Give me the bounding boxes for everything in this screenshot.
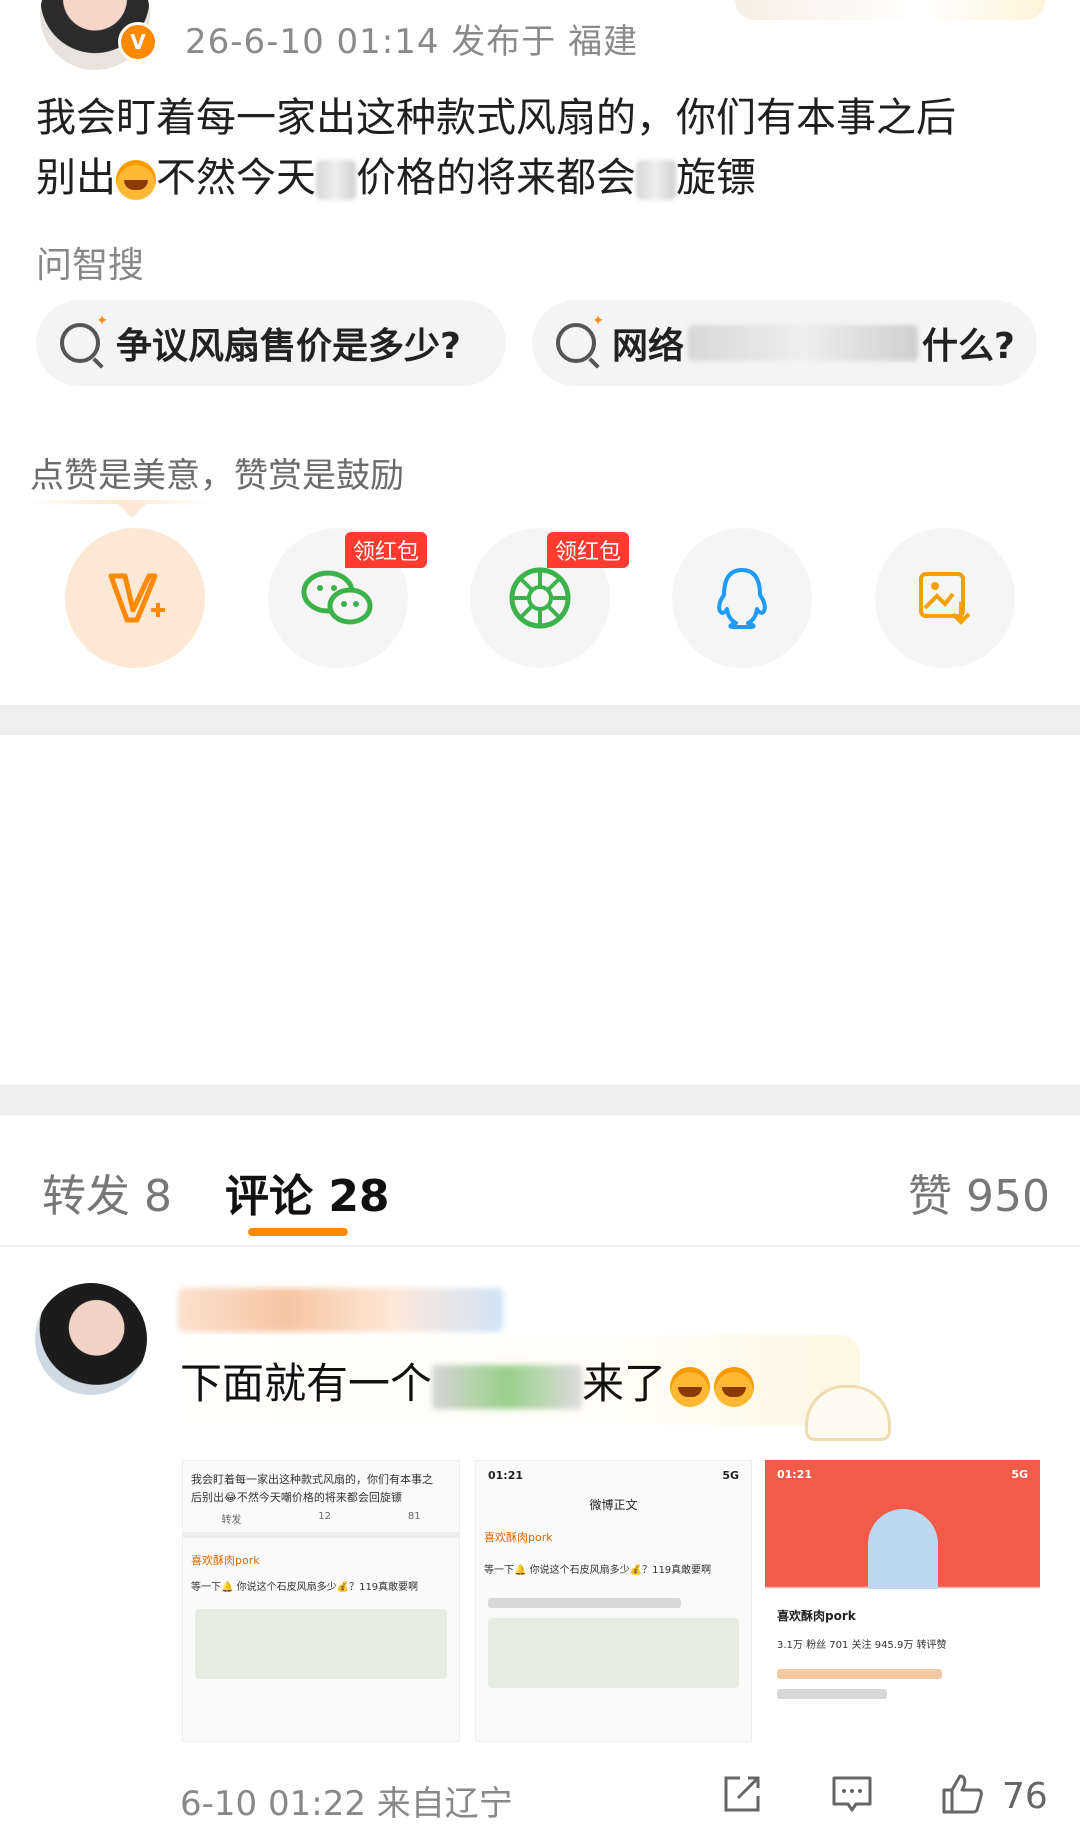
moments-icon: [509, 567, 571, 629]
thumb-text-line: [488, 1598, 681, 1608]
thumb-text: 后别出😂不然今天嘲价格的将来都会回旋镖: [191, 1491, 402, 1504]
post-body: 我会盯着每一家出这种款式风扇的，你们有本事之后 别出 不然今天 价格的将来都会 旋镖: [36, 88, 1046, 208]
commenter-name-redacted[interactable]: [178, 1288, 503, 1332]
thumb-image: [488, 1618, 739, 1688]
search-suggestion-label: 争议风扇售价是多少?: [116, 326, 461, 367]
save-image-button[interactable]: [875, 528, 1015, 668]
thumb-photo-person: [867, 1509, 938, 1589]
thumb-user: 喜欢酥肉pork: [191, 1554, 260, 1567]
post-text-fragment: 旋镖: [676, 155, 756, 201]
redacted-text: [316, 160, 356, 200]
thumb-image: [195, 1609, 447, 1679]
thumb-status-bar: 01:21 5G: [765, 1460, 1040, 1489]
like-count: 76: [1002, 1776, 1048, 1817]
thumb-time: 01:21: [777, 1468, 813, 1481]
thumb-stats: 3.1万 粉丝 701 关注 945.9万 转评赞: [777, 1640, 947, 1651]
search-suggestion-label: 什么?: [922, 326, 1015, 367]
tip-pointer: [118, 504, 146, 518]
thumb-status-bar: 01:21 5G: [476, 1461, 751, 1490]
comment-text-fragment: 来了: [582, 1359, 667, 1408]
comment-meta: 6-10 01:22 来自辽宁: [180, 1784, 513, 1824]
share-qq-button[interactable]: [672, 528, 812, 668]
thumb-comments: 12: [318, 1511, 331, 1522]
thumb-text-line: [777, 1669, 942, 1679]
crying-laughing-emoji-icon: [670, 1366, 711, 1407]
save-image-icon: [919, 572, 971, 625]
header-decoration: [735, 0, 1045, 20]
post-text-fragment: 不然今天: [156, 155, 316, 201]
thumb-actions: 转发 12 81: [183, 1511, 459, 1538]
share-icon[interactable]: [720, 1772, 764, 1816]
comment-image-thumbnail[interactable]: 01:21 5G 喜欢酥肉pork 3.1万 粉丝 701 关注 945.9万 …: [765, 1460, 1040, 1740]
search-suggestion-chip[interactable]: 争议风扇售价是多少?: [36, 300, 506, 386]
comment-image-thumbnail[interactable]: 我会盯着每一家出这种款式风扇的，你们有本事之 后别出😂不然今天嘲价格的将来都会回…: [182, 1460, 460, 1742]
crying-laughing-emoji-icon: [714, 1366, 755, 1407]
thumb-signal: 5G: [722, 1469, 739, 1482]
ad-placeholder-area: [0, 705, 1080, 1115]
post-text-line-1: 我会盯着每一家出这种款式风扇的，你们有本事之后: [36, 95, 956, 141]
reward-tip: 点赞是美意，赞赏是鼓励: [30, 456, 404, 496]
verified-v-icon: V: [118, 22, 158, 62]
post-text-fragment: 别出: [36, 155, 116, 201]
comment-image-thumbnail[interactable]: 01:21 5G 微博正文 喜欢酥肉pork 等一下🔔 你说这个石皮风扇多少💰？…: [475, 1460, 752, 1742]
thumb-user: 喜欢酥肉pork: [484, 1531, 553, 1544]
search-icon: [556, 313, 604, 363]
reward-button[interactable]: [65, 528, 205, 668]
red-packet-badge: 领红包: [547, 532, 630, 568]
thumb-repost: 转发: [221, 1515, 242, 1526]
divider: [0, 1245, 1080, 1247]
wechat-icon: [301, 570, 373, 625]
search-suggestion-chip[interactable]: 网络 什么?: [532, 300, 1037, 386]
thumb-signal: 5G: [1011, 1468, 1028, 1481]
laughing-emoji-icon: [116, 160, 156, 200]
tab-repost[interactable]: 转发 8: [42, 1160, 172, 1224]
redacted-text: [432, 1364, 583, 1409]
search-suggestion-label: 网络: [612, 326, 685, 367]
post-text-line-2: 别出 不然今天 价格的将来都会 旋镖: [36, 148, 1046, 208]
thumb-text-line: [777, 1689, 887, 1699]
weibo-v-plus-icon: [108, 573, 165, 623]
red-packet-badge: 领红包: [345, 532, 428, 568]
qq-icon: [717, 568, 767, 629]
active-tab-indicator: [248, 1228, 348, 1236]
search-icon: [60, 313, 108, 363]
redacted-text: [636, 160, 676, 200]
tab-likes[interactable]: 赞 950: [908, 1160, 1050, 1224]
thumb-text: 我会盯着每一家出这种款式风扇的，你们有本事之: [191, 1473, 433, 1486]
comment-text: 下面就有一个 来了: [180, 1350, 755, 1411]
post-meta: 26-6-10 01:14 发布于 福建: [185, 22, 639, 62]
like-thumb-icon[interactable]: [940, 1772, 984, 1816]
thumb-user: 喜欢酥肉pork: [777, 1609, 856, 1623]
thumb-title: 微博正文: [589, 1498, 638, 1512]
thumb-likes: 81: [407, 1511, 421, 1522]
commenter-avatar[interactable]: [35, 1283, 147, 1395]
comment-icon[interactable]: [830, 1772, 874, 1816]
redacted-text: [688, 325, 919, 361]
thumb-reply: 等一下🔔 你说这个石皮风扇多少💰？119真敢要啊: [484, 1565, 712, 1576]
smart-search-heading: 问智搜: [36, 245, 145, 286]
comment-text-fragment: 下面就有一个: [180, 1359, 433, 1408]
thumb-reply: 等一下🔔 你说这个石皮风扇多少💰？119真敢要啊: [191, 1582, 419, 1593]
tab-comments[interactable]: 评论 28: [225, 1160, 390, 1224]
post-text-fragment: 价格的将来都会: [356, 155, 636, 201]
thumb-time: 01:21: [488, 1469, 524, 1482]
